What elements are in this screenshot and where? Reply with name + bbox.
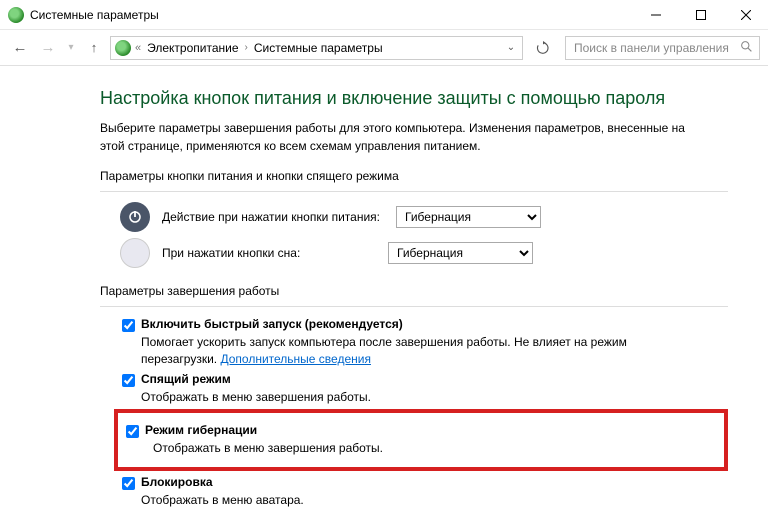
sleep-button-row: При нажатии кнопки сна: Гибернация bbox=[120, 238, 728, 268]
hibernate-option: Режим гибернации Отображать в меню завер… bbox=[126, 423, 718, 457]
minimize-button[interactable] bbox=[633, 0, 678, 30]
address-icon bbox=[115, 40, 131, 56]
fast-startup-checkbox[interactable] bbox=[122, 319, 135, 332]
more-info-link[interactable]: Дополнительные сведения bbox=[220, 352, 370, 366]
power-button-select[interactable]: Гибернация bbox=[396, 206, 541, 228]
recent-dropdown[interactable]: ▾ bbox=[64, 36, 78, 60]
maximize-button[interactable] bbox=[678, 0, 723, 30]
page-title: Настройка кнопок питания и включение защ… bbox=[100, 88, 728, 109]
search-input[interactable] bbox=[572, 40, 734, 56]
lock-checkbox-label[interactable]: Блокировка bbox=[122, 475, 728, 490]
power-icon bbox=[120, 202, 150, 232]
sleep-button-label: При нажатии кнопки сна: bbox=[162, 246, 372, 260]
page-description: Выберите параметры завершения работы для… bbox=[100, 119, 690, 155]
hibernate-sub: Отображать в меню завершения работы. bbox=[153, 440, 693, 457]
window-title: Системные параметры bbox=[30, 8, 159, 22]
chevron-right-icon: › bbox=[245, 42, 248, 53]
sleep-mode-title: Спящий режим bbox=[141, 372, 231, 386]
fast-startup-desc: Помогает ускорить запуск компьютера посл… bbox=[141, 335, 627, 366]
sleep-mode-checkbox-label[interactable]: Спящий режим bbox=[122, 372, 728, 387]
fast-startup-option: Включить быстрый запуск (рекомендуется) … bbox=[122, 317, 728, 368]
section-power-buttons: Параметры кнопки питания и кнопки спящег… bbox=[100, 169, 728, 183]
power-button-row: Действие при нажатии кнопки питания: Гиб… bbox=[120, 202, 728, 232]
sleep-mode-option: Спящий режим Отображать в меню завершени… bbox=[122, 372, 728, 406]
back-button[interactable]: ← bbox=[8, 36, 32, 60]
navbar: ← → ▾ ↑ « Электропитание › Системные пар… bbox=[0, 30, 768, 66]
highlight-hibernate: Режим гибернации Отображать в меню завер… bbox=[114, 409, 728, 471]
lock-sub: Отображать в меню аватара. bbox=[141, 492, 681, 509]
divider bbox=[100, 306, 728, 307]
sleep-button-select[interactable]: Гибернация bbox=[388, 242, 533, 264]
up-button[interactable]: ↑ bbox=[82, 36, 106, 60]
divider bbox=[100, 191, 728, 192]
sleep-mode-checkbox[interactable] bbox=[122, 374, 135, 387]
fast-startup-title: Включить быстрый запуск (рекомендуется) bbox=[141, 317, 403, 331]
content-area: Настройка кнопок питания и включение защ… bbox=[0, 66, 768, 509]
lock-option: Блокировка Отображать в меню аватара. bbox=[122, 475, 728, 509]
hibernate-title: Режим гибернации bbox=[145, 423, 257, 437]
search-icon[interactable] bbox=[740, 40, 753, 56]
power-button-label: Действие при нажатии кнопки питания: bbox=[162, 210, 380, 224]
lock-checkbox[interactable] bbox=[122, 477, 135, 490]
crumb-prefix: « bbox=[135, 42, 141, 54]
search-box[interactable] bbox=[565, 36, 760, 60]
breadcrumb-item-1[interactable]: Электропитание bbox=[147, 41, 238, 55]
refresh-button[interactable] bbox=[531, 36, 555, 60]
fast-startup-sub: Помогает ускорить запуск компьютера посл… bbox=[141, 334, 681, 368]
address-bar[interactable]: « Электропитание › Системные параметры ⌄ bbox=[110, 36, 523, 60]
lock-title: Блокировка bbox=[141, 475, 213, 489]
fast-startup-checkbox-label[interactable]: Включить быстрый запуск (рекомендуется) bbox=[122, 317, 728, 332]
breadcrumb-item-2[interactable]: Системные параметры bbox=[254, 41, 383, 55]
sleep-mode-sub: Отображать в меню завершения работы. bbox=[141, 389, 681, 406]
hibernate-checkbox-label[interactable]: Режим гибернации bbox=[126, 423, 718, 438]
titlebar: Системные параметры bbox=[0, 0, 768, 30]
address-dropdown-icon[interactable]: ⌄ bbox=[502, 42, 520, 53]
moon-icon bbox=[120, 238, 150, 268]
section-shutdown: Параметры завершения работы bbox=[100, 284, 728, 298]
hibernate-checkbox[interactable] bbox=[126, 425, 139, 438]
close-button[interactable] bbox=[723, 0, 768, 30]
app-icon bbox=[8, 7, 24, 23]
forward-button[interactable]: → bbox=[36, 36, 60, 60]
